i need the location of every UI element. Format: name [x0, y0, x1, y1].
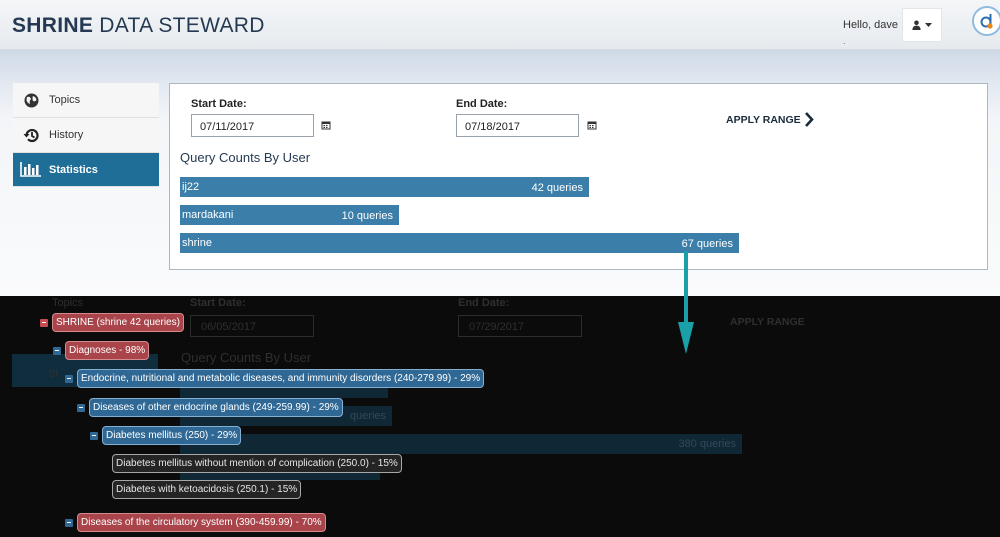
collapse-icon[interactable] [77, 403, 85, 412]
tree-node[interactable]: Diseases of the circulatory system (390-… [65, 513, 326, 532]
dimmed-start-input: 06/05/2017 [190, 315, 314, 337]
start-date-label: Start Date: [191, 98, 247, 110]
sidebar: Topics History Statistics [13, 83, 159, 187]
bar-chart-icon [13, 162, 49, 177]
tree-node-label: Endocrine, nutritional and metabolic dis… [77, 369, 485, 388]
history-icon [13, 128, 49, 143]
tree-node-label: Diabetes mellitus (250) - 29% [102, 426, 242, 445]
drilldown-arrow [684, 251, 688, 326]
collapse-icon[interactable] [90, 431, 98, 440]
calendar-icon[interactable] [321, 120, 331, 130]
topic-tree-overlay: Topics St Start Date: 06/05/2017 End Dat… [0, 296, 1000, 537]
apply-range-label: APPLY RANGE [726, 113, 801, 126]
start-date-input[interactable]: 07/11/2017 [191, 114, 314, 137]
globe-icon [13, 93, 49, 108]
tree-node-label: Diabetes with ketoacidosis (250.1) - 15% [112, 480, 302, 499]
sidebar-item-statistics[interactable]: Statistics [13, 153, 159, 187]
sidebar-item-label: Statistics [49, 163, 98, 176]
dimmed-title: Query Counts By User [181, 350, 312, 365]
collapse-icon[interactable] [65, 518, 73, 527]
user-menu-button[interactable] [902, 8, 942, 42]
sidebar-item-history[interactable]: History [13, 118, 159, 153]
tree-node-label: Diseases of other endocrine glands (249-… [89, 398, 343, 417]
dimmed-apply-range: APPLY RANGE [730, 316, 805, 328]
user-bar-ij22: ij22 42 queries [180, 177, 589, 197]
user-name: mardakani [182, 209, 234, 221]
tree-node[interactable]: Diagnoses - 98% [53, 341, 150, 360]
query-count: 10 queries [341, 210, 393, 222]
tree-node[interactable]: Endocrine, nutritional and metabolic dis… [65, 369, 485, 388]
sidebar-item-label: Topics [49, 94, 81, 106]
user-icon [912, 20, 921, 30]
dimmed-end-label: End Date: [458, 297, 510, 309]
tree-leaf[interactable]: Diabetes mellitus without mention of com… [112, 454, 402, 473]
tree-node[interactable]: Diabetes mellitus (250) - 29% [90, 426, 242, 445]
app-title: SHRINE DATA STEWARD [12, 14, 265, 37]
tree-node-label: Diabetes mellitus without mention of com… [112, 454, 402, 473]
greeting-sub: . [843, 36, 846, 46]
calendar-icon[interactable] [587, 120, 597, 130]
query-count: 42 queries [531, 182, 583, 194]
app-header: SHRINE DATA STEWARD Hello, dave . [0, 0, 1000, 50]
arrow-down-icon [678, 322, 694, 354]
tree-node-label: SHRINE (shrine 42 queries) [52, 313, 184, 332]
tree-leaf[interactable]: Diabetes with ketoacidosis (250.1) - 15% [112, 480, 302, 499]
end-date-input[interactable]: 07/18/2017 [456, 114, 579, 137]
app-logo [972, 6, 1000, 36]
query-counts-title: Query Counts By User [180, 150, 311, 165]
dimmed-bar-3: 380 queries [180, 434, 742, 454]
sidebar-item-label: History [49, 129, 84, 141]
collapse-icon[interactable] [40, 318, 48, 327]
collapse-icon[interactable] [65, 374, 73, 383]
logo-mark-icon [980, 14, 993, 29]
user-name: ij22 [182, 181, 200, 193]
user-bar-shrine: shrine 67 queries [180, 233, 739, 253]
user-bar-mardakani: mardakani 10 queries [180, 205, 399, 225]
tree-node-label: Diseases of the circulatory system (390-… [77, 513, 326, 532]
tree-node[interactable]: Diseases of other endocrine glands (249-… [77, 398, 343, 417]
collapse-icon[interactable] [53, 346, 61, 355]
end-date-label: End Date: [456, 98, 508, 110]
tree-node[interactable]: SHRINE (shrine 42 queries) [40, 313, 184, 332]
chevron-right-icon [804, 112, 814, 127]
greeting: Hello, dave [843, 19, 899, 31]
dimmed-end-input: 07/29/2017 [458, 315, 582, 337]
statistics-panel: Start Date: 07/11/2017 End Date: 07/18/2… [169, 83, 988, 270]
query-count: 67 queries [681, 238, 733, 250]
dimmed-sidebar-topics: Topics [52, 297, 84, 309]
dimmed-start-label: Start Date: [190, 297, 246, 309]
dimmed-sidebar-statistics: St [48, 368, 59, 380]
sidebar-item-topics[interactable]: Topics [13, 83, 159, 118]
tree-node-label: Diagnoses - 98% [65, 341, 150, 360]
apply-range-button[interactable]: APPLY RANGE [726, 112, 814, 127]
caret-down-icon [925, 23, 932, 27]
user-name: shrine [182, 237, 212, 249]
